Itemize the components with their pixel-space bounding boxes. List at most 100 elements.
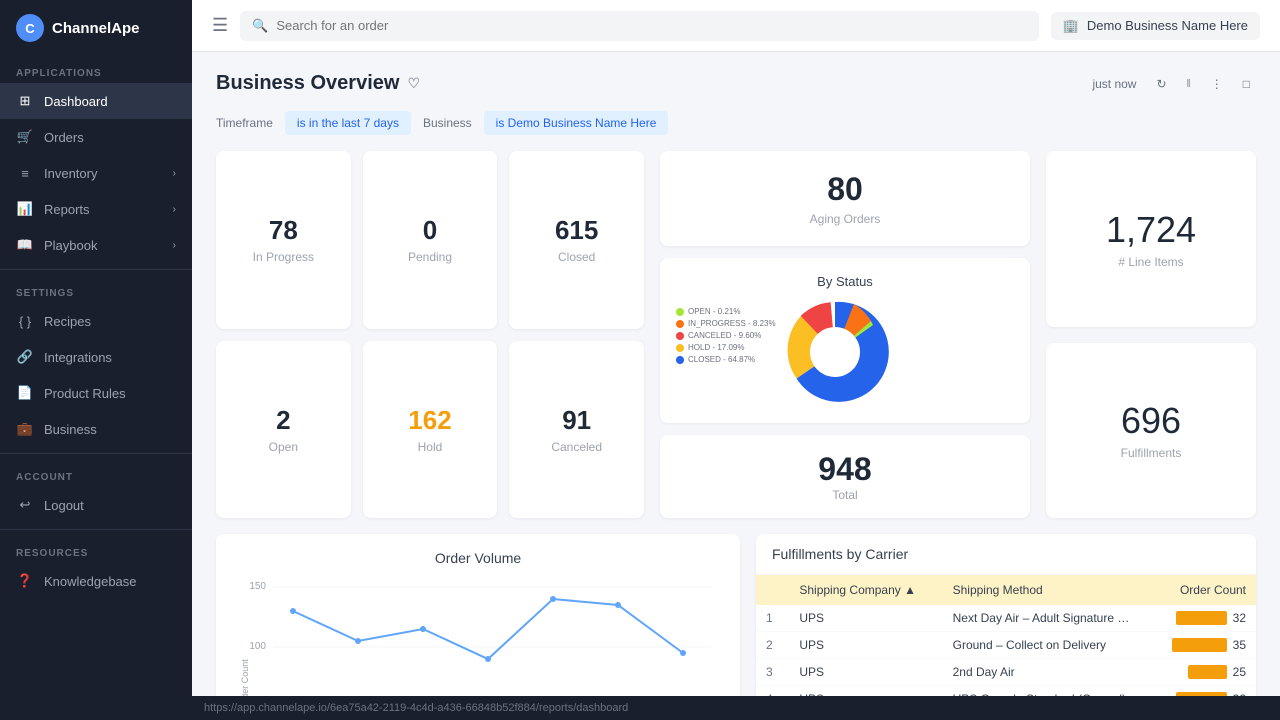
row-count: 25 [1145,659,1256,686]
business-icon: 🏢 [1063,18,1079,34]
sidebar: C ChannelApe APPLICATIONS ⊞ Dashboard 🛒 … [0,0,192,720]
stats-cards: 78 In Progress 0 Pending 615 Closed 2 Op… [216,151,644,518]
sidebar-item-orders[interactable]: 🛒 Orders [0,119,192,155]
link-icon: 🔗 [16,348,34,366]
briefcase-icon: 💼 [16,420,34,438]
aging-label: Aging Orders [810,212,881,226]
dashboard-grid: 78 In Progress 0 Pending 615 Closed 2 Op… [216,151,1256,518]
sidebar-item-label: Playbook [44,238,97,253]
legend-item-canceled: CANCELED - 9.60% [676,331,776,340]
bottom-grid: Order Volume 150 100 50 0 Order Count [216,534,1256,696]
content-area: Business Overview ♡ just now ↻ ⧛ ⋮ □ Tim… [192,52,1280,696]
sidebar-item-knowledgebase[interactable]: ❓ Knowledgebase [0,563,192,599]
business-name: Demo Business Name Here [1087,18,1248,33]
timeframe-filter-chip[interactable]: is in the last 7 days [285,111,411,135]
layers-icon: ≡ [16,164,34,182]
search-input[interactable] [276,18,1026,33]
section-label-resources: RESOURCES [0,536,192,563]
legend-label: HOLD - 17.09% [688,343,744,352]
search-icon: 🔍 [252,18,268,34]
fulfillments-table-title: Fulfillments by Carrier [756,534,1256,575]
fulfillments-table-card: Fulfillments by Carrier Shipping Company… [756,534,1256,696]
fulfillments-number: 696 [1121,400,1181,442]
sidebar-item-label: Orders [44,130,84,145]
filter-icon[interactable]: ⧛ [1181,72,1197,95]
business-filter-chip[interactable]: is Demo Business Name Here [484,111,669,135]
legend-item-in-progress: IN_PROGRESS - 8.23% [676,319,776,328]
aging-orders-card: 80 Aging Orders [660,151,1030,246]
favorite-icon[interactable]: ♡ [407,75,420,92]
sidebar-item-business[interactable]: 💼 Business [0,411,192,447]
bar-chart-icon: 📊 [16,200,34,218]
file-icon: 📄 [16,384,34,402]
fulfillments-table: Shipping Company ▲ Shipping Method Order… [756,575,1256,696]
stat-label-canceled: Canceled [551,440,602,454]
legend-label: CANCELED - 9.60% [688,331,761,340]
topbar: ☰ 🔍 🏢 Demo Business Name Here [192,0,1280,52]
pie-chart-svg [780,297,890,407]
chevron-right-icon: › [173,240,176,251]
sidebar-item-label: Recipes [44,314,91,329]
row-method: Next Day Air – Adult Signature Requir... [943,605,1145,632]
legend-label: IN_PROGRESS - 8.23% [688,319,776,328]
chart-title: Order Volume [232,550,724,566]
stat-number-open: 2 [276,405,290,436]
sidebar-item-logout[interactable]: ↩ Logout [0,487,192,523]
stat-number-pending: 0 [423,215,437,246]
stat-card-canceled: 91 Canceled [509,341,644,519]
legend-item-hold: HOLD - 17.09% [676,343,776,352]
sidebar-item-product-rules[interactable]: 📄 Product Rules [0,375,192,411]
app-name: ChannelApe [52,20,140,37]
sidebar-item-reports[interactable]: 📊 Reports › [0,191,192,227]
section-label-applications: APPLICATIONS [0,56,192,83]
save-icon[interactable]: □ [1237,73,1256,95]
pie-legend: OPEN - 0.21% IN_PROGRESS - 8.23% CANCELE… [676,307,776,364]
col-company[interactable]: Shipping Company ▲ [789,575,942,605]
sidebar-item-label: Integrations [44,350,112,365]
fulfillments-card: 696 Fulfillments [1046,343,1256,519]
sidebar-item-playbook[interactable]: 📖 Playbook › [0,227,192,263]
chevron-right-icon: › [173,168,176,179]
sidebar-item-integrations[interactable]: 🔗 Integrations [0,339,192,375]
row-num: 1 [756,605,789,632]
total-number: 948 [818,451,871,488]
row-count: 32 [1145,605,1256,632]
sidebar-item-label: Logout [44,498,84,513]
table-row: 2 UPS Ground – Collect on Delivery 35 [756,632,1256,659]
sidebar-item-label: Inventory [44,166,97,181]
col-method[interactable]: Shipping Method [943,575,1145,605]
sidebar-item-recipes[interactable]: { } Recipes [0,303,192,339]
refresh-timestamp: just now [1086,73,1142,95]
stat-label-in-progress: In Progress [253,250,314,264]
chart-area: 150 100 50 0 Order Count [232,574,724,696]
filters-bar: Timeframe is in the last 7 days Business… [216,111,1256,135]
legend-label: OPEN - 0.21% [688,307,740,316]
refresh-icon[interactable]: ↻ [1150,73,1172,95]
sidebar-item-dashboard[interactable]: ⊞ Dashboard [0,83,192,119]
sidebar-item-label: Business [44,422,97,437]
more-options-icon[interactable]: ⋮ [1205,73,1229,95]
svg-text:100: 100 [249,641,266,652]
grid-icon: ⊞ [16,92,34,110]
col-count[interactable]: Order Count [1145,575,1256,605]
stat-label-hold: Hold [418,440,443,454]
row-company: UPS [789,605,942,632]
hamburger-menu-icon[interactable]: ☰ [212,15,228,36]
stat-number-hold: 162 [408,405,451,436]
row-count: 32 [1145,686,1256,697]
row-company: UPS [789,632,942,659]
business-label: Business [423,116,472,130]
row-method: 2nd Day Air [943,659,1145,686]
legend-item-open: OPEN - 0.21% [676,307,776,316]
table-row: 4 UPS UPS Canada Standard (Ground) 32 [756,686,1256,697]
total-card: 948 Total [660,435,1030,518]
search-box[interactable]: 🔍 [240,11,1039,41]
pie-chart-container: OPEN - 0.21% IN_PROGRESS - 8.23% CANCELE… [676,297,1014,407]
table-row: 1 UPS Next Day Air – Adult Signature Req… [756,605,1256,632]
sidebar-item-inventory[interactable]: ≡ Inventory › [0,155,192,191]
table-scroll-container[interactable]: Shipping Company ▲ Shipping Method Order… [756,575,1256,696]
col-num [756,575,789,605]
main-content: ☰ 🔍 🏢 Demo Business Name Here Business O… [192,0,1280,720]
book-icon: 📖 [16,236,34,254]
code-icon: { } [16,312,34,330]
